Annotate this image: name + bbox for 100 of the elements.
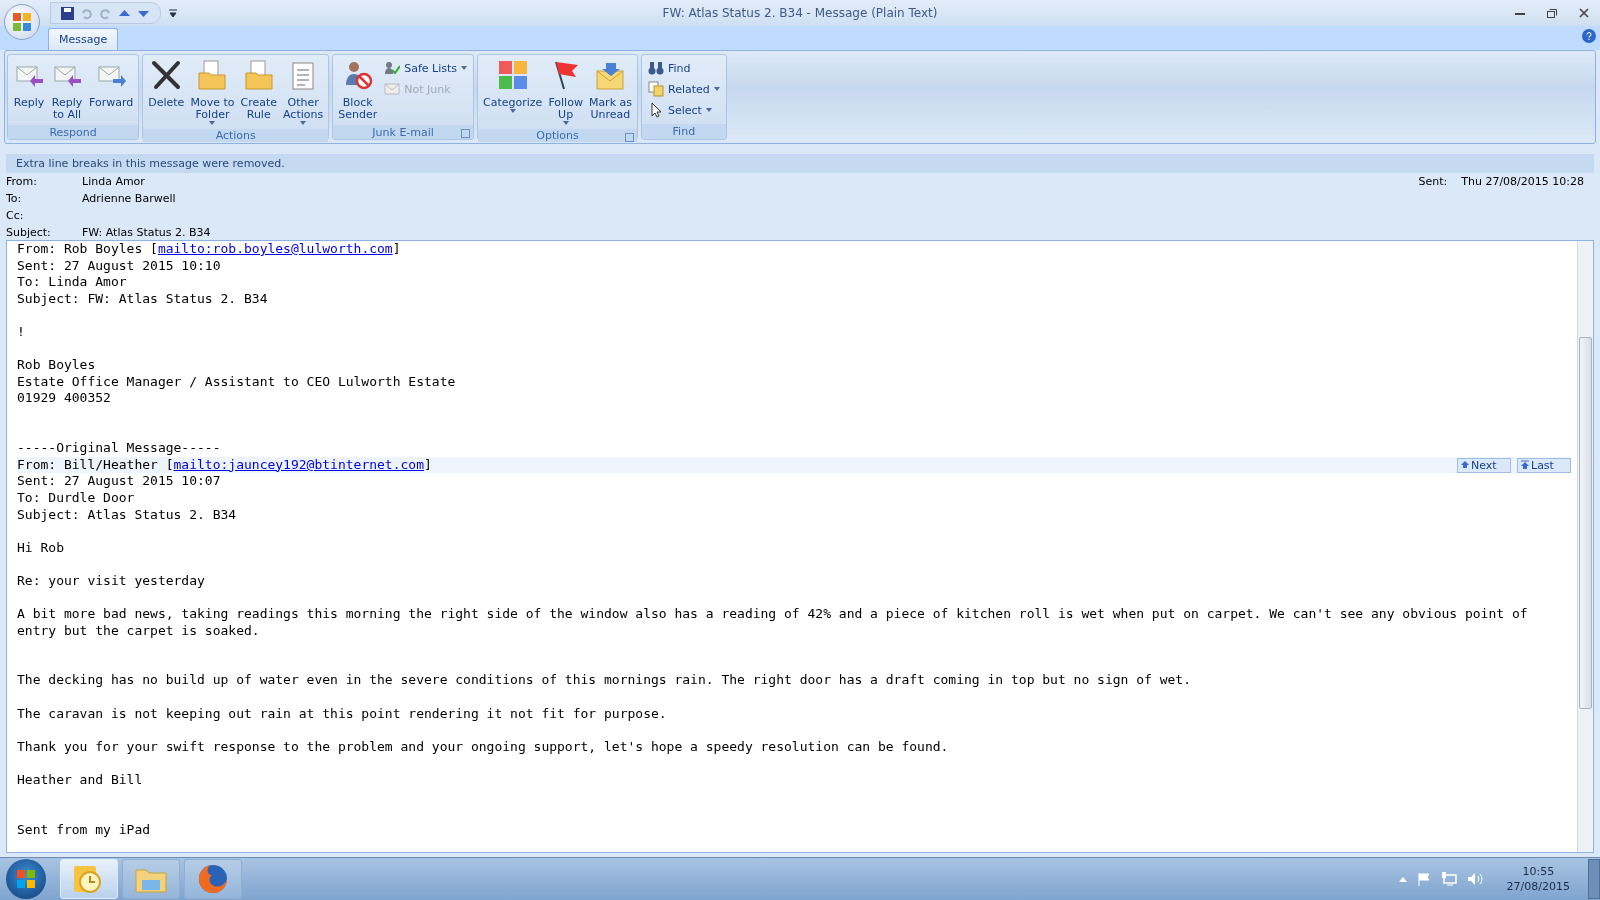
- windows-logo-icon: [16, 869, 36, 889]
- group-label: Junk E-mail: [333, 125, 474, 139]
- field-value: Thu 27/08/2015 10:28: [1461, 175, 1584, 189]
- ribbon-button[interactable]: Forward: [87, 57, 136, 123]
- color-grid-icon: [496, 59, 529, 91]
- message-line: 01929 400352: [17, 390, 111, 407]
- message-line: !: [17, 323, 25, 341]
- ribbon-button[interactable]: Reply to All: [49, 57, 85, 123]
- email-link[interactable]: mailto:jauncey192@btinternet.com: [173, 456, 424, 472]
- x-mark-icon: [150, 59, 183, 91]
- caret-icon: [209, 121, 216, 125]
- cursor-arrow-icon: [648, 102, 664, 118]
- show-desktop-button[interactable]: [1588, 859, 1600, 899]
- close-icon: [1579, 8, 1589, 18]
- ribbon-button[interactable]: Follow Up: [546, 57, 585, 127]
- info-bar: Extra line breaks in this message were removed.: [6, 154, 1594, 173]
- folder-icon: [196, 59, 229, 91]
- taskbar-button[interactable]: [122, 859, 180, 899]
- field-label: Subject:: [6, 226, 52, 240]
- dialog-launcher-icon[interactable]: [461, 129, 471, 138]
- message-line: The decking has no build up of water even in the severe conditions of this mornings rain. The right door has a draft coming in top but no sign of wet.: [17, 672, 1191, 690]
- caret-icon: [713, 87, 720, 91]
- group-label: Respond: [8, 125, 139, 139]
- ribbon-button[interactable]: Select: [645, 101, 723, 119]
- message-line: Sent: 27 August 2015 10:07: [17, 473, 221, 490]
- message-line: Thank you for your swift response to the problem and your ongoing support, let's hope a speedy resolution can be found.: [17, 738, 949, 756]
- envelope-icon: [384, 81, 401, 97]
- flag-icon[interactable]: [1416, 872, 1431, 886]
- message-line: Heather and Bill: [17, 772, 143, 789]
- message-line: Subject: FW: Atlas Status 2. B34: [17, 290, 268, 308]
- message-line: A bit more bad news, taking readings this morning the right side of the window also has a reading of 42% and a piece of kitchen roll is wet when put on carpet. We can't see any obvious point of entry but the carpet is soaked.: [17, 606, 1529, 640]
- field-label: To:: [6, 192, 23, 206]
- message-line: Subject: Atlas Status 2. B34: [17, 506, 237, 524]
- field-value: Adrienne Barwell: [82, 192, 177, 206]
- up-arrow-icon: [1461, 459, 1469, 469]
- top-arrow-icon: [1521, 459, 1529, 469]
- ribbon-button[interactable]: Other Actions: [281, 57, 326, 127]
- email-link[interactable]: mailto:rob.boyles@lulworth.com: [157, 241, 393, 256]
- clock[interactable]: 10:55 27/08/2015: [1506, 864, 1570, 894]
- message-line: -----Original Message-----: [17, 440, 221, 457]
- ribbon-button[interactable]: Safe Lists: [381, 59, 471, 77]
- fox-globe-icon: [197, 863, 229, 895]
- caret-icon: [705, 108, 712, 112]
- message-line: Estate Office Manager / Assistant to CEO Lulworth Estate: [17, 373, 456, 391]
- folder-icon: [242, 59, 275, 91]
- message-line: Sent from my iPad: [17, 821, 151, 839]
- caret-icon: [461, 66, 468, 70]
- message-line: From: Rob Boyles [mailto:rob.boyles@lulworth.com]: [17, 241, 401, 258]
- binoculars-icon: [648, 60, 664, 76]
- documents-icon: [648, 81, 664, 97]
- restore-icon: [1547, 8, 1557, 18]
- field-label: From:: [6, 175, 38, 189]
- field-label: Cc:: [6, 209, 25, 223]
- scroll-thumb[interactable]: [1579, 337, 1592, 709]
- group-label: Find: [642, 124, 726, 139]
- network-icon[interactable]: [1440, 872, 1457, 886]
- office-logo-icon: [12, 12, 32, 32]
- people-check-icon: [384, 60, 401, 76]
- undo-icon[interactable]: [80, 6, 93, 20]
- caret-icon: [300, 121, 307, 125]
- taskbar-button[interactable]: [184, 859, 242, 899]
- customize-menu-icon[interactable]: [169, 9, 177, 17]
- group-label: Actions: [143, 129, 329, 142]
- ribbon-button[interactable]: Block Sender: [336, 57, 380, 123]
- caret-icon: [509, 109, 516, 113]
- window-title: FW: Atlas Status 2. B34 - Message (Plain Text): [662, 6, 938, 20]
- ribbon-button[interactable]: Related: [645, 80, 723, 98]
- field-label: Sent:: [1418, 175, 1448, 189]
- dialog-launcher-icon[interactable]: [625, 133, 634, 142]
- message-line: From: Bill/Heather [mailto:jauncey192@btinternet.com]: [17, 456, 432, 474]
- message-line: Hi Rob: [17, 539, 64, 557]
- speaker-icon[interactable]: [1466, 872, 1483, 886]
- ribbon-tab[interactable]: Message: [48, 28, 119, 50]
- minimize-icon: [1515, 11, 1525, 15]
- up-caret-icon[interactable]: [1398, 876, 1407, 882]
- nav-button[interactable]: Last: [1517, 457, 1571, 473]
- message-line: The caravan is not keeping out rain at this point rendering it not fit for purpose.: [17, 705, 667, 723]
- message-line: Rob Boyles: [17, 357, 96, 374]
- ribbon-button[interactable]: Categorize: [481, 57, 545, 127]
- ribbon-button[interactable]: Find: [645, 59, 723, 77]
- help-icon[interactable]: [1582, 29, 1596, 43]
- redo-icon[interactable]: [99, 6, 112, 20]
- office-button[interactable]: [4, 4, 40, 40]
- nav-button[interactable]: Next: [1457, 457, 1511, 473]
- save-icon[interactable]: [61, 6, 74, 20]
- ribbon-button[interactable]: Move to Folder: [188, 57, 237, 127]
- field-value: Linda Amor: [82, 175, 146, 189]
- ribbon-button[interactable]: Mark as Unread: [586, 57, 634, 127]
- message-line: Sent: 27 August 2015 10:10: [17, 257, 221, 275]
- caret-icon: [562, 121, 569, 125]
- ribbon-button[interactable]: Reply: [11, 57, 47, 123]
- scrollbar[interactable]: [1577, 241, 1593, 852]
- message-line: Re: your visit yesterday: [17, 572, 205, 590]
- ribbon-button[interactable]: Delete: [146, 57, 187, 127]
- message-line: To: Linda Amor: [17, 274, 127, 291]
- message-line: To: Durdle Door: [17, 489, 135, 507]
- start-button[interactable]: [6, 859, 46, 899]
- ribbon-button[interactable]: Create Rule: [238, 57, 279, 127]
- group-label: Options: [478, 129, 637, 142]
- field-value: FW: Atlas Status 2. B34: [82, 226, 212, 240]
